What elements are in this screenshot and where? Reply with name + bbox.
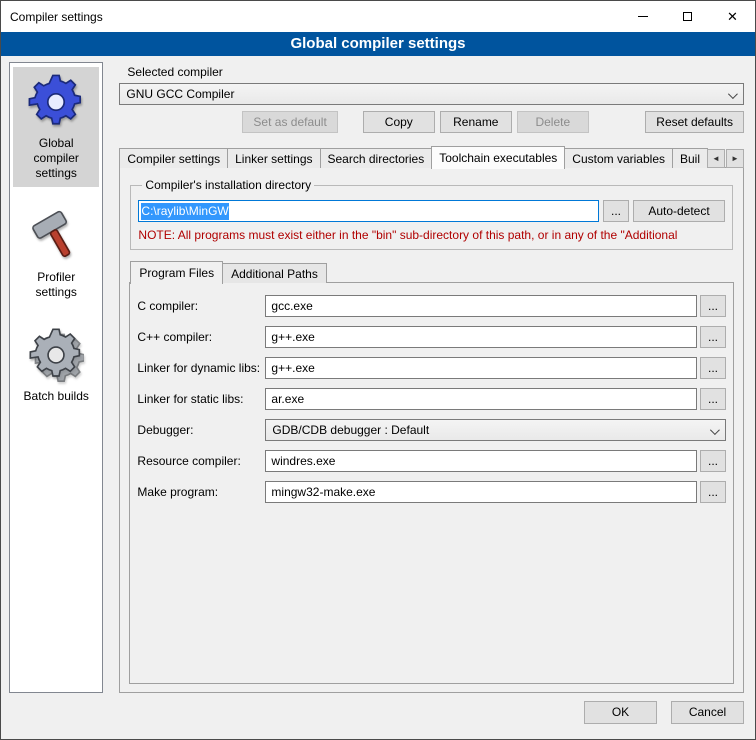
tab-toolchain-executables[interactable]: Toolchain executables [431,146,565,169]
dynamic-linker-input[interactable] [265,357,697,379]
c-compiler-label: C compiler: [137,299,265,313]
selected-compiler-dropdown[interactable]: GNU GCC Compiler [119,83,744,105]
tab-scroll-controls: ◄ ► [707,149,744,168]
installation-directory-legend: Compiler's installation directory [142,178,314,192]
reset-defaults-button[interactable]: Reset defaults [645,111,744,133]
resource-compiler-browse-button[interactable]: ... [700,450,726,472]
debugger-row: Debugger: GDB/CDB debugger : Default [137,419,726,441]
program-files-panel: C compiler: ... C++ compiler: ... Linker… [129,282,734,684]
chevron-down-icon [710,425,720,435]
close-button[interactable]: ✕ [710,1,755,32]
debugger-value: GDB/CDB debugger : Default [272,423,429,437]
dynamic-linker-row: Linker for dynamic libs: ... [137,357,726,379]
chevron-down-icon [728,89,738,99]
minimize-button[interactable] [620,1,665,32]
set-as-default-button: Set as default [242,111,337,133]
hammer-tool-icon [26,206,86,266]
make-program-browse-button[interactable]: ... [700,481,726,503]
dynamic-linker-browse-button[interactable]: ... [700,357,726,379]
subtab-program-files[interactable]: Program Files [130,261,223,284]
auto-detect-button[interactable]: Auto-detect [633,200,725,222]
resource-compiler-input[interactable] [265,450,697,472]
program-files-subtabbar: Program Files Additional Paths [129,261,734,283]
static-linker-browse-button[interactable]: ... [700,388,726,410]
gear-blue-icon [26,72,86,132]
installation-directory-browse-button[interactable]: ... [603,200,629,222]
sidebar-item-label: Profiler settings [15,270,97,300]
installation-directory-value: C:\raylib\MinGW [141,203,228,220]
arrow-right-icon: ► [731,154,739,163]
titlebar: Compiler settings ✕ [1,1,755,32]
installation-directory-input[interactable]: C:\raylib\MinGW [138,200,599,222]
gear-gray-icon [26,325,86,385]
make-program-label: Make program: [137,485,265,499]
cpp-compiler-row: C++ compiler: ... [137,326,726,348]
make-program-row: Make program: ... [137,481,726,503]
tab-linker-settings[interactable]: Linker settings [227,148,320,168]
selected-compiler-value: GNU GCC Compiler [126,87,234,101]
resource-compiler-row: Resource compiler: ... [137,450,726,472]
toolchain-executables-panel: Compiler's installation directory C:\ray… [119,167,744,693]
settings-category-list: Global compiler settings Profiler settin… [9,62,103,693]
sidebar-item-profiler-settings[interactable]: Profiler settings [13,201,99,306]
c-compiler-input[interactable] [265,295,697,317]
tab-compiler-settings[interactable]: Compiler settings [119,148,228,168]
rename-button[interactable]: Rename [440,111,512,133]
delete-button: Delete [517,111,589,133]
selected-compiler-label: Selected compiler [127,65,744,79]
sidebar-item-global-compiler-settings[interactable]: Global compiler settings [13,67,99,187]
compiler-actions: Set as default Copy Rename Delete Reset … [119,111,744,133]
tab-custom-variables[interactable]: Custom variables [564,148,673,168]
c-compiler-row: C compiler: ... [137,295,726,317]
compiler-settings-window: Compiler settings ✕ Global compiler sett… [0,0,756,740]
cpp-compiler-input[interactable] [265,326,697,348]
debugger-label: Debugger: [137,423,265,437]
cpp-compiler-label: C++ compiler: [137,330,265,344]
bin-subdirectory-note: NOTE: All programs must exist either in … [138,228,725,242]
tab-scroll-left-button[interactable]: ◄ [707,149,725,168]
dialog-footer: OK Cancel [1,693,755,739]
resource-compiler-label: Resource compiler: [137,454,265,468]
settings-tabbar: Compiler settings Linker settings Search… [119,146,744,168]
window-title: Compiler settings [10,10,103,24]
debugger-dropdown[interactable]: GDB/CDB debugger : Default [265,419,726,441]
arrow-left-icon: ◄ [712,154,720,163]
dynamic-linker-label: Linker for dynamic libs: [137,361,265,375]
page-title: Global compiler settings [1,32,755,56]
sidebar-item-label: Global compiler settings [15,136,97,181]
tab-build-options-truncated[interactable]: Buil [672,148,708,168]
sidebar-item-label: Batch builds [24,389,89,404]
static-linker-row: Linker for static libs: ... [137,388,726,410]
tab-scroll-right-button[interactable]: ► [726,149,744,168]
dialog-body: Global compiler settings Profiler settin… [1,56,755,693]
sidebar-item-batch-builds[interactable]: Batch builds [13,320,99,410]
make-program-input[interactable] [265,481,697,503]
tab-search-directories[interactable]: Search directories [320,148,433,168]
static-linker-input[interactable] [265,388,697,410]
static-linker-label: Linker for static libs: [137,392,265,406]
copy-button[interactable]: Copy [363,111,435,133]
maximize-icon [683,12,692,21]
window-controls: ✕ [620,1,755,32]
ok-button[interactable]: OK [584,701,657,724]
cancel-button[interactable]: Cancel [671,701,744,724]
close-icon: ✕ [727,10,738,23]
installation-directory-row: C:\raylib\MinGW ... Auto-detect [138,200,725,222]
minimize-icon [638,16,648,17]
cpp-compiler-browse-button[interactable]: ... [700,326,726,348]
c-compiler-browse-button[interactable]: ... [700,295,726,317]
subtab-additional-paths[interactable]: Additional Paths [222,263,327,283]
installation-directory-group: Compiler's installation directory C:\ray… [130,178,733,250]
global-compiler-settings-page: Selected compiler GNU GCC Compiler Set a… [119,62,744,693]
maximize-button[interactable] [665,1,710,32]
